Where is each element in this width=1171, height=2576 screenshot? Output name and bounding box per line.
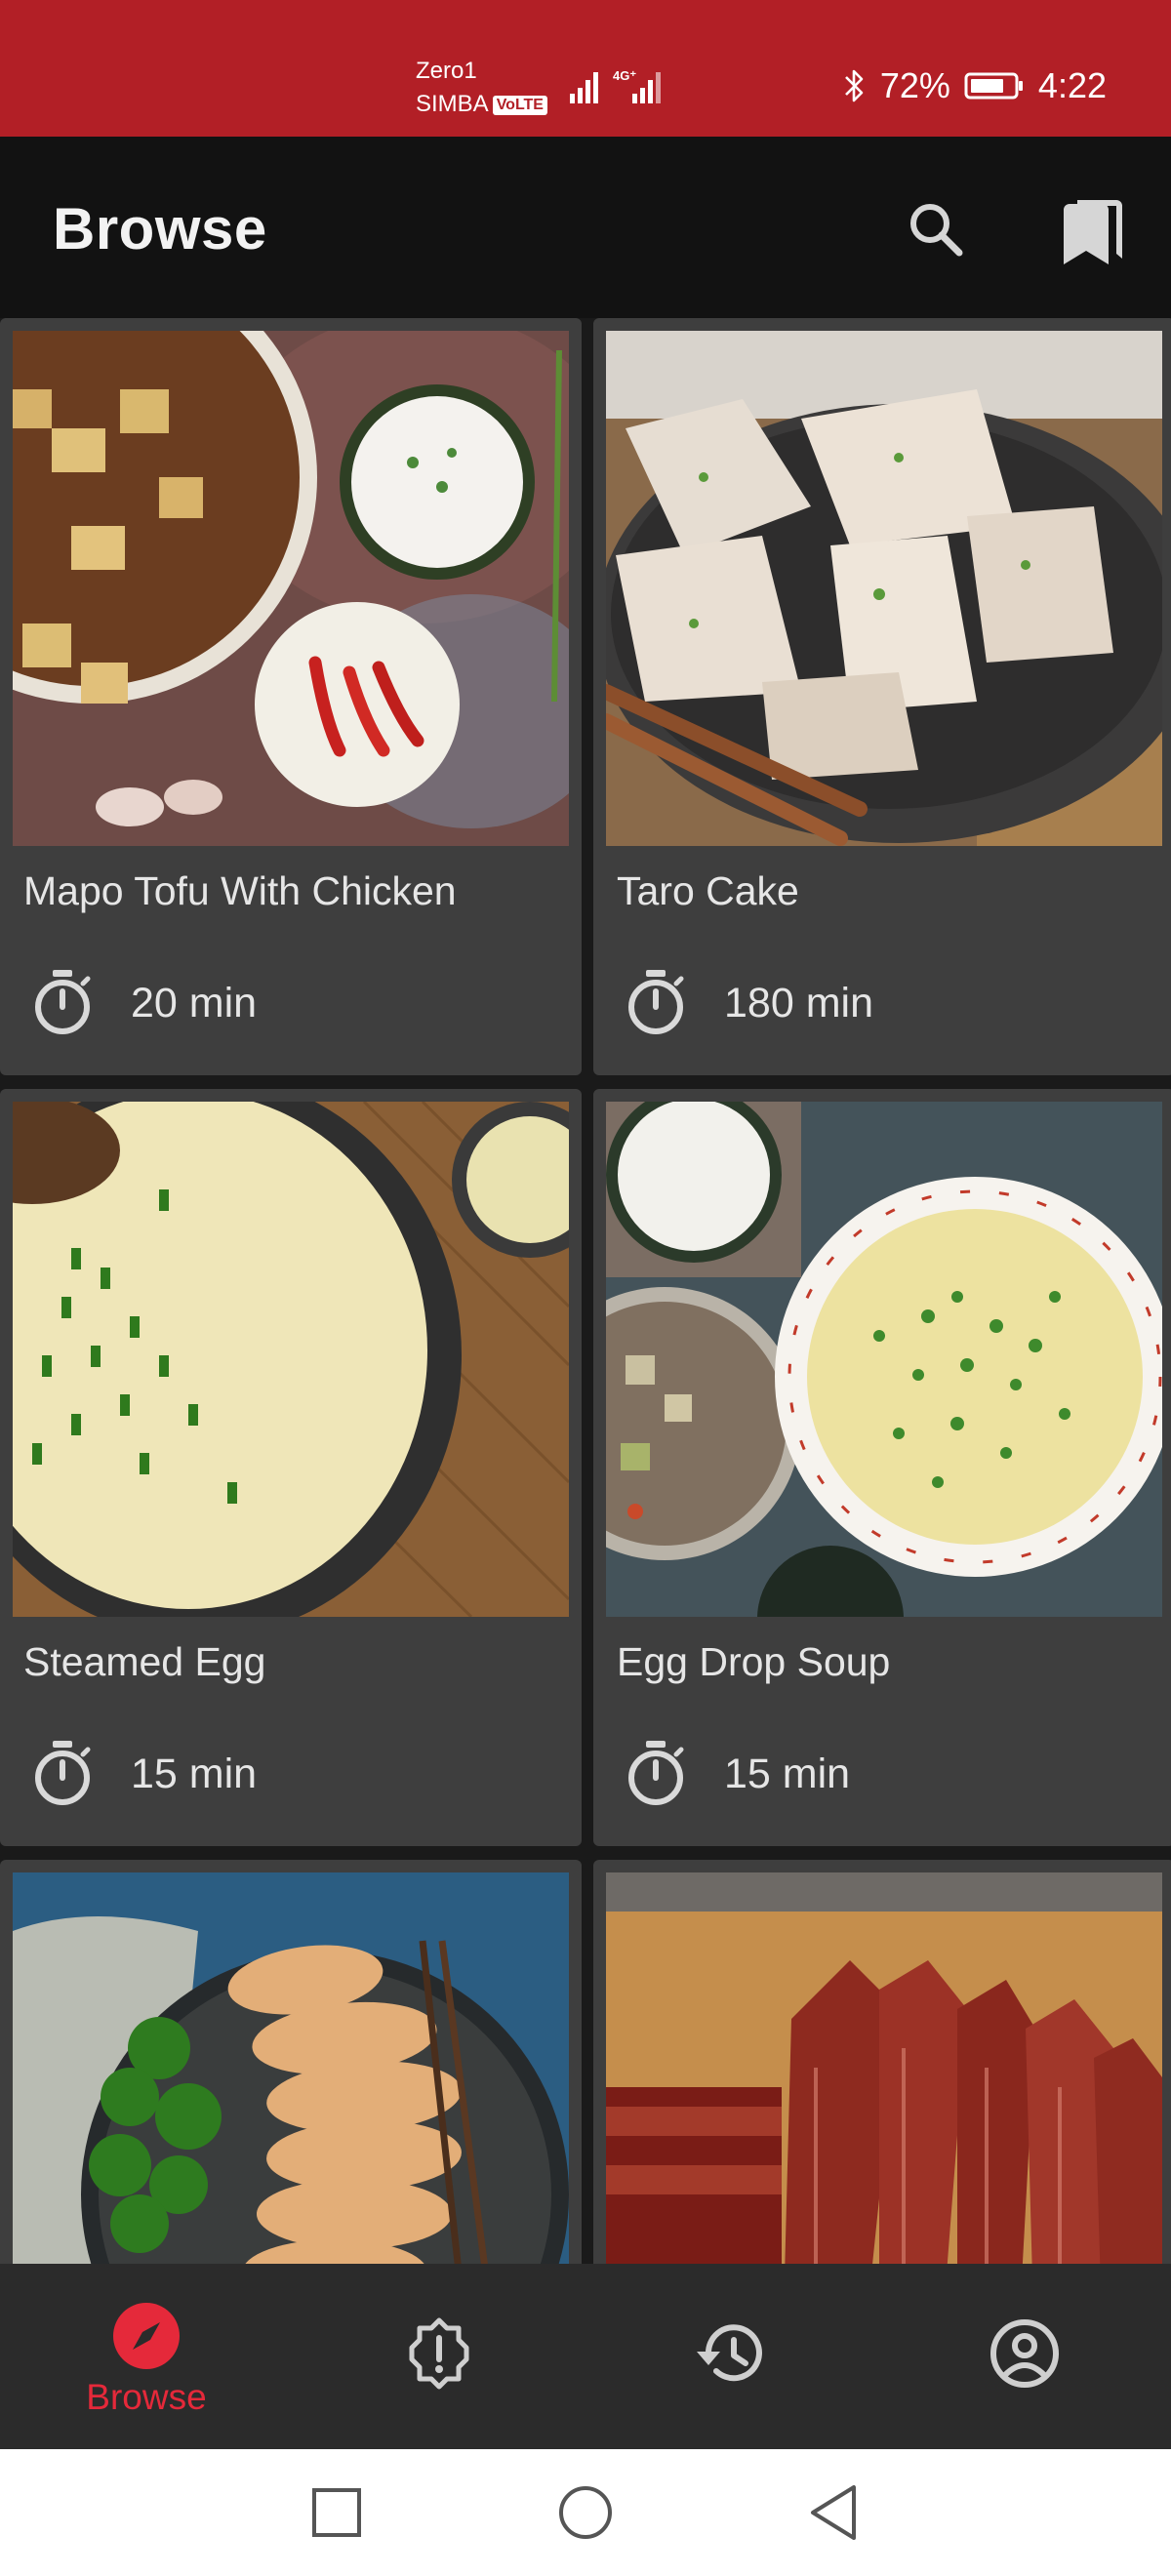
recipe-duration: 15 min [31, 1739, 257, 1809]
back-icon [811, 2485, 856, 2540]
recipe-title: Egg Drop Soup [617, 1639, 891, 1684]
bookmarks-button[interactable] [1048, 185, 1136, 273]
app-bar: Browse [0, 137, 1171, 318]
timer-icon [35, 1741, 91, 1805]
signal-icon: 4G⁺ [570, 68, 661, 103]
recipe-image [606, 1872, 1162, 2264]
recipe-card[interactable]: Steamed Egg 15 min [0, 1089, 582, 1846]
recipe-card[interactable] [593, 1860, 1171, 2264]
status-right: 72% 4:22 [841, 59, 1107, 113]
recipe-time: 20 min [131, 979, 258, 1026]
timer-icon [35, 970, 91, 1034]
carrier-line2: SIMBA [416, 91, 489, 117]
history-icon [697, 2324, 762, 2382]
page-title: Browse [53, 196, 267, 262]
recipe-card[interactable] [0, 1860, 582, 2264]
recipe-image [606, 1102, 1162, 1617]
home-icon [559, 2486, 612, 2539]
recipe-card[interactable]: Egg Drop Soup 15 min [593, 1089, 1171, 1846]
search-button[interactable] [892, 185, 980, 273]
recipe-duration: 20 min [31, 968, 257, 1038]
recipe-time: 180 min [724, 979, 873, 1026]
recipe-time: 15 min [131, 1750, 258, 1797]
recipe-title: Mapo Tofu With Chicken [23, 868, 457, 913]
recipe-image [13, 1102, 569, 1617]
bookmarks-icon [1064, 200, 1122, 264]
nav-browse[interactable]: Browse [0, 2264, 293, 2449]
nav-history[interactable] [586, 2264, 878, 2449]
home-button[interactable] [551, 2478, 620, 2547]
recipe-title: Steamed Egg [23, 1639, 266, 1684]
timer-icon [628, 970, 684, 1034]
account-circle-icon [990, 2319, 1059, 2388]
recipe-image [13, 1872, 569, 2264]
status-bar: Zero1 SIMBA VoLTE 4G⁺ 72% 4:22 [0, 0, 1171, 137]
system-nav-bar [0, 2449, 1171, 2576]
recipe-title: Taro Cake [617, 868, 799, 913]
back-button[interactable] [800, 2478, 868, 2547]
recipe-duration: 180 min [625, 968, 873, 1038]
battery-icon [964, 72, 1023, 100]
recent-apps-button[interactable] [303, 2478, 371, 2547]
alert-badge-icon [409, 2317, 469, 2390]
bottom-nav: Browse [0, 2264, 1171, 2449]
carrier-line1: Zero1 [416, 58, 477, 84]
recipe-card[interactable]: Mapo Tofu With Chicken 20 min [0, 318, 582, 1075]
recipe-grid: Mapo Tofu With Chicken 20 min Taro Cake … [0, 318, 1171, 2264]
nav-account[interactable] [878, 2264, 1171, 2449]
carrier-info: Zero1 SIMBA VoLTE [416, 55, 547, 121]
timer-icon [628, 1741, 684, 1805]
bluetooth-icon [844, 69, 864, 102]
recipe-image [13, 331, 569, 846]
nav-alerts[interactable] [293, 2264, 586, 2449]
battery-percent: 72% [879, 65, 950, 105]
nav-browse-label: Browse [86, 2377, 207, 2417]
recipe-card[interactable]: Taro Cake 180 min [593, 318, 1171, 1075]
network-type: 4G⁺ [613, 68, 636, 83]
recent-apps-icon [312, 2488, 361, 2537]
volte-badge: VoLTE [492, 95, 547, 115]
compass-icon [113, 2303, 180, 2369]
search-icon [910, 204, 963, 257]
recipe-time: 15 min [724, 1750, 851, 1797]
clock: 4:22 [1037, 65, 1107, 105]
recipe-duration: 15 min [625, 1739, 850, 1809]
recipe-image [606, 331, 1162, 846]
